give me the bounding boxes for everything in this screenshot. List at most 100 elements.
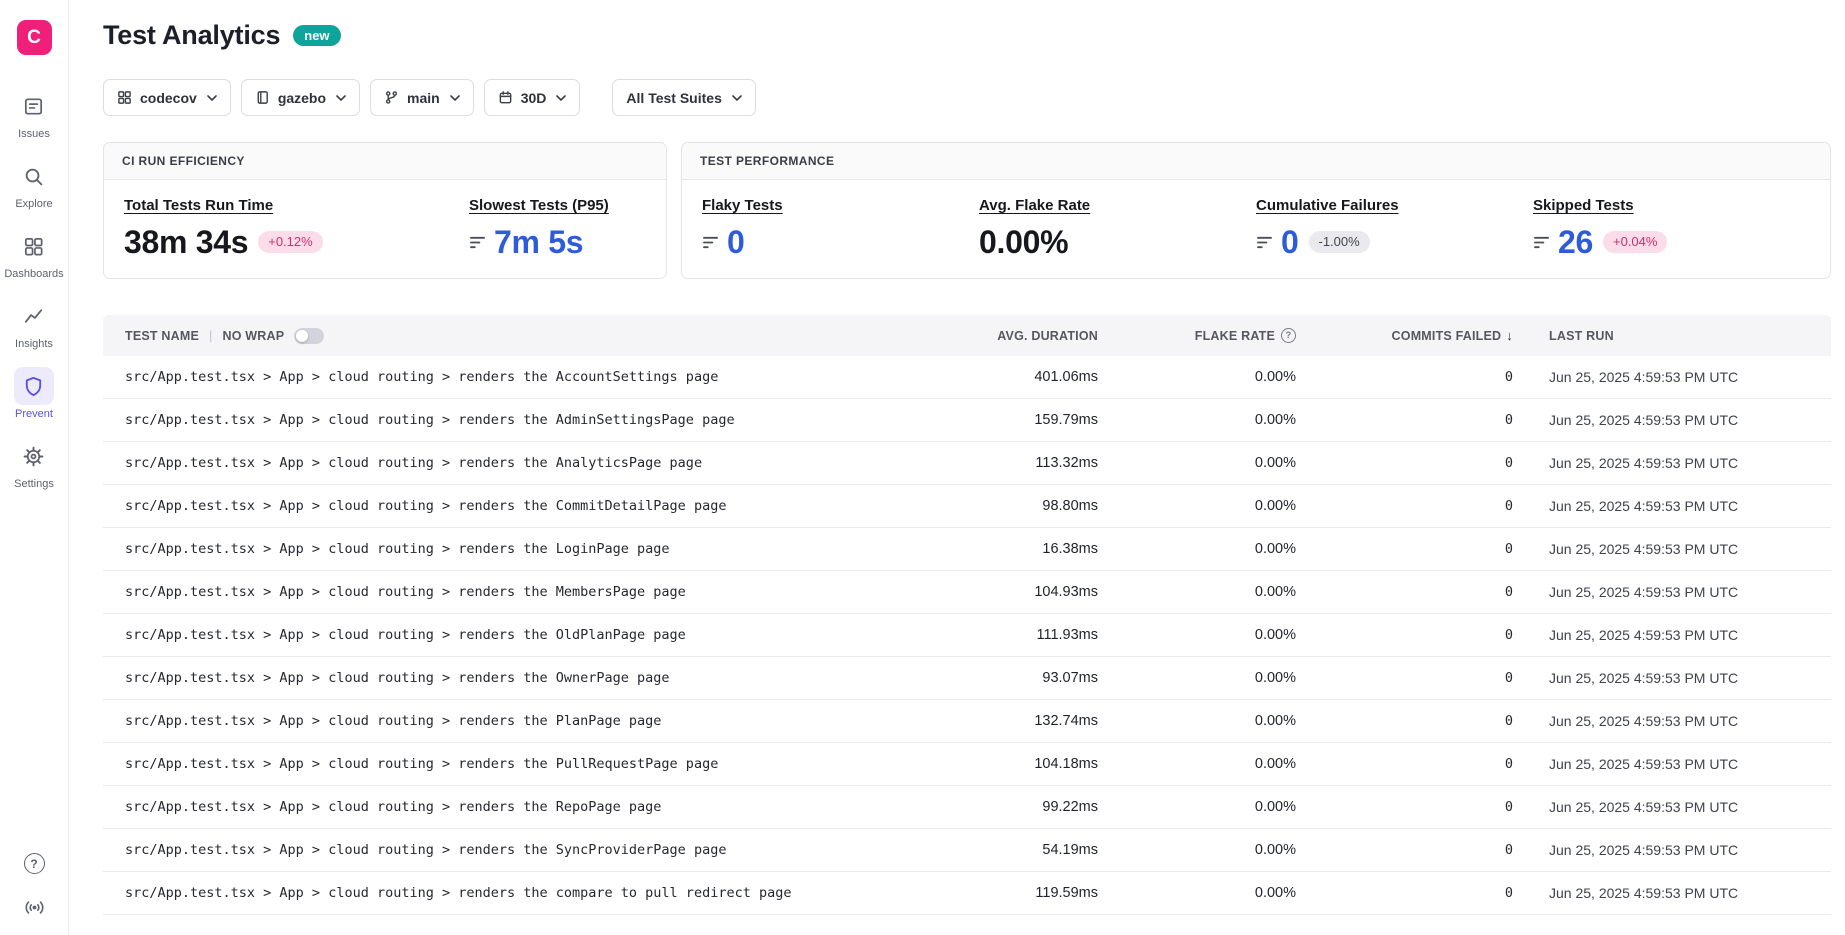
test-name-cell: src/App.test.tsx > App > cloud routing >… <box>103 541 948 557</box>
table-row[interactable]: src/App.test.tsx > App > cloud routing >… <box>103 700 1831 743</box>
metric-value: 0.00% <box>979 226 1068 258</box>
filter-lines-icon[interactable] <box>1256 236 1273 249</box>
info-icon[interactable]: ? <box>1281 328 1296 343</box>
last-run-cell: Jun 25, 2025 4:59:53 PM UTC <box>1513 498 1831 514</box>
flake-rate-cell: 0.00% <box>1098 369 1296 385</box>
chevron-down-icon <box>732 95 742 101</box>
table-row[interactable]: src/App.test.tsx > App > cloud routing >… <box>103 528 1831 571</box>
sidebar: C Issues E <box>0 0 69 935</box>
no-wrap-toggle[interactable] <box>294 328 324 344</box>
table-row[interactable]: src/App.test.tsx > App > cloud routing >… <box>103 614 1831 657</box>
table-row[interactable]: src/App.test.tsx > App > cloud routing >… <box>103 872 1831 915</box>
test-name-cell: src/App.test.tsx > App > cloud routing >… <box>103 412 948 428</box>
metric-value[interactable]: 0 <box>727 226 745 258</box>
avg-duration-cell: 113.32ms <box>948 455 1098 471</box>
table-row[interactable]: src/App.test.tsx > App > cloud routing >… <box>103 829 1831 872</box>
metric-label[interactable]: Flaky Tests <box>702 197 783 214</box>
period-selector[interactable]: 30D <box>484 79 581 116</box>
broadcast-icon[interactable] <box>23 896 46 919</box>
test-suites-selector[interactable]: All Test Suites <box>612 79 755 116</box>
last-run-cell: Jun 25, 2025 4:59:53 PM UTC <box>1513 670 1831 686</box>
column-commits-failed[interactable]: COMMITS FAILED ↓ <box>1296 328 1513 343</box>
metric-label[interactable]: Cumulative Failures <box>1256 197 1399 214</box>
metric-value[interactable]: 26 <box>1558 226 1593 258</box>
column-avg-duration[interactable]: AVG. DURATION <box>948 329 1098 343</box>
sidebar-item-dashboards[interactable]: Dashboards <box>4 227 63 280</box>
help-icon[interactable]: ? <box>24 853 45 874</box>
avg-duration-cell: 16.38ms <box>948 541 1098 557</box>
table-row[interactable]: src/App.test.tsx > App > cloud routing >… <box>103 786 1831 829</box>
flake-rate-cell: 0.00% <box>1098 713 1296 729</box>
flake-rate-cell: 0.00% <box>1098 627 1296 643</box>
sidebar-item-prevent[interactable]: Prevent <box>14 367 54 420</box>
col-label-flake-rate: FLAKE RATE <box>1195 329 1275 343</box>
table-row[interactable]: src/App.test.tsx > App > cloud routing >… <box>103 485 1831 528</box>
filter-lines-icon[interactable] <box>1533 236 1550 249</box>
sidebar-item-explore[interactable]: Explore <box>14 157 54 210</box>
table-row[interactable]: src/App.test.tsx > App > cloud routing >… <box>103 356 1831 399</box>
table-row[interactable]: src/App.test.tsx > App > cloud routing >… <box>103 657 1831 700</box>
search-icon <box>14 157 54 195</box>
avg-duration-cell: 119.59ms <box>948 885 1098 901</box>
metric-cumulative-failures: Cumulative Failures 0 -1.00% <box>1256 197 1533 258</box>
column-test-name[interactable]: TEST NAME | NO WRAP <box>103 328 948 344</box>
flake-rate-cell: 0.00% <box>1098 412 1296 428</box>
page-title: Test Analytics <box>103 20 280 51</box>
metric-flaky-tests: Flaky Tests 0 <box>702 197 979 258</box>
sidebar-item-label: Insights <box>15 338 53 350</box>
table-row[interactable]: src/App.test.tsx > App > cloud routing >… <box>103 442 1831 485</box>
metric-label[interactable]: Skipped Tests <box>1533 197 1634 214</box>
org-selector[interactable]: codecov <box>103 79 231 116</box>
metric-value[interactable]: 0 <box>1281 226 1299 258</box>
tests-table: TEST NAME | NO WRAP AVG. DURATION FLAKE … <box>103 315 1831 915</box>
sidebar-item-insights[interactable]: Insights <box>14 297 54 350</box>
chevron-down-icon <box>556 95 566 101</box>
avg-duration-cell: 54.19ms <box>948 842 1098 858</box>
col-label-last-run: LAST RUN <box>1549 329 1614 343</box>
table-row[interactable]: src/App.test.tsx > App > cloud routing >… <box>103 571 1831 614</box>
commits-failed-cell: 0 <box>1296 799 1513 815</box>
sidebar-item-issues[interactable]: Issues <box>14 87 54 140</box>
avg-duration-cell: 104.18ms <box>948 756 1098 772</box>
delta-badge: +0.04% <box>1603 231 1667 254</box>
metric-value[interactable]: 7m 5s <box>494 226 583 258</box>
repo-selector[interactable]: gazebo <box>241 79 360 116</box>
flake-rate-cell: 0.00% <box>1098 885 1296 901</box>
table-row[interactable]: src/App.test.tsx > App > cloud routing >… <box>103 399 1831 442</box>
codecov-logo[interactable]: C <box>17 20 52 55</box>
last-run-cell: Jun 25, 2025 4:59:53 PM UTC <box>1513 885 1831 901</box>
branch-icon <box>384 90 399 105</box>
metric-label[interactable]: Slowest Tests (P95) <box>469 197 609 214</box>
calendar-icon <box>498 90 513 105</box>
commits-failed-cell: 0 <box>1296 670 1513 686</box>
metric-label[interactable]: Total Tests Run Time <box>124 197 273 214</box>
test-name-cell: src/App.test.tsx > App > cloud routing >… <box>103 627 948 643</box>
column-flake-rate[interactable]: FLAKE RATE ? <box>1098 328 1296 343</box>
test-name-cell: src/App.test.tsx > App > cloud routing >… <box>103 498 948 514</box>
commits-failed-cell: 0 <box>1296 541 1513 557</box>
metric-label[interactable]: Avg. Flake Rate <box>979 197 1090 214</box>
last-run-cell: Jun 25, 2025 4:59:53 PM UTC <box>1513 541 1831 557</box>
table-header: TEST NAME | NO WRAP AVG. DURATION FLAKE … <box>103 315 1831 356</box>
test-name-cell: src/App.test.tsx > App > cloud routing >… <box>103 713 948 729</box>
commits-failed-cell: 0 <box>1296 627 1513 643</box>
repo-value: gazebo <box>278 90 326 106</box>
table-row[interactable]: src/App.test.tsx > App > cloud routing >… <box>103 743 1831 786</box>
commits-failed-cell: 0 <box>1296 369 1513 385</box>
filter-lines-icon[interactable] <box>469 236 486 249</box>
column-last-run[interactable]: LAST RUN <box>1513 329 1831 343</box>
sidebar-item-settings[interactable]: Settings <box>14 437 54 490</box>
header-divider: | <box>209 329 212 343</box>
filter-row: codecov gazebo <box>103 79 1831 116</box>
new-badge: new <box>293 25 340 47</box>
last-run-cell: Jun 25, 2025 4:59:53 PM UTC <box>1513 799 1831 815</box>
filter-lines-icon[interactable] <box>702 236 719 249</box>
avg-duration-cell: 132.74ms <box>948 713 1098 729</box>
test-name-cell: src/App.test.tsx > App > cloud routing >… <box>103 584 948 600</box>
flake-rate-cell: 0.00% <box>1098 541 1296 557</box>
summary-cards: CI RUN EFFICIENCY Total Tests Run Time 3… <box>103 142 1831 279</box>
test-performance-card: TEST PERFORMANCE Flaky Tests 0 <box>681 142 1831 279</box>
metric-value: 38m 34s <box>124 226 248 258</box>
metric-slowest-tests: Slowest Tests (P95) 7m 5s <box>469 197 646 258</box>
branch-selector[interactable]: main <box>370 79 474 116</box>
